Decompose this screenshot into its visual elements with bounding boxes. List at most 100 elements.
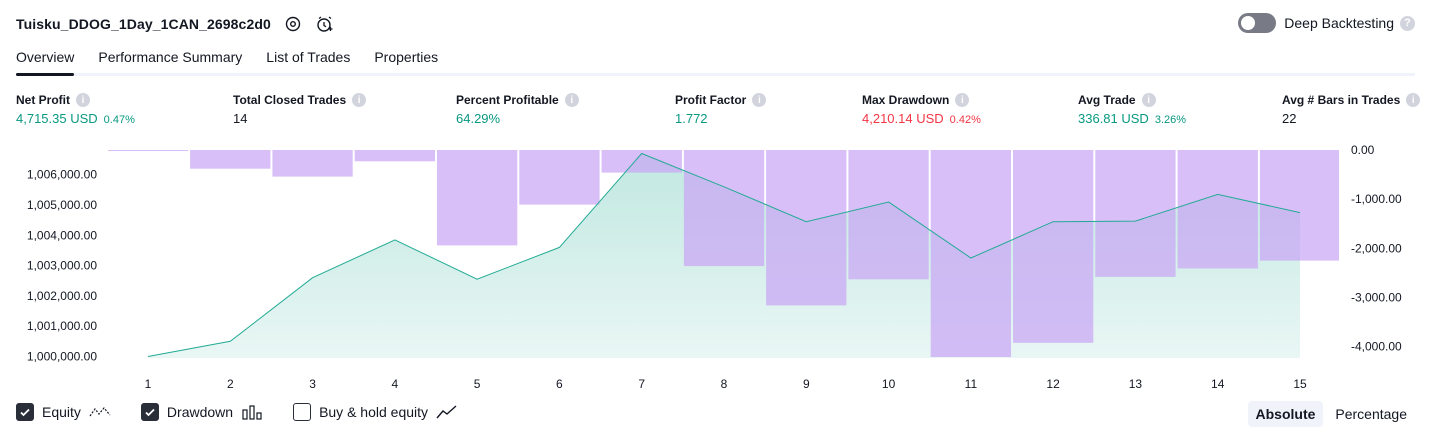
drawdown-bars-icon <box>242 405 262 420</box>
tab-list-of-trades[interactable]: List of Trades <box>266 44 350 73</box>
x-axis-tick: 11 <box>965 377 978 391</box>
legend-equity[interactable]: Equity <box>16 403 111 421</box>
y-axis-left-tick: 1,004,000.00 <box>27 228 97 242</box>
legend-label: Equity <box>42 404 81 420</box>
metric-label: Max Drawdown <box>862 93 950 107</box>
y-axis-right-tick: -2,000.00 <box>1351 241 1402 255</box>
x-axis-tick: 9 <box>803 377 810 391</box>
tab-performance-summary[interactable]: Performance Summary <box>98 44 242 73</box>
metric-label: Percent Profitable <box>456 93 559 107</box>
metric-label: Avg Trade <box>1078 93 1136 107</box>
help-icon[interactable]: ? <box>1400 15 1415 31</box>
deep-backtesting-toggle[interactable] <box>1238 13 1277 33</box>
metric-total-closed-trades: Total Closed Trades i 14 <box>233 93 367 126</box>
info-icon[interactable]: i <box>564 93 579 107</box>
info-icon[interactable]: i <box>1406 93 1421 107</box>
y-axis-left-tick: 1,000,000.00 <box>27 350 97 364</box>
drawdown-bar[interactable] <box>1013 150 1094 343</box>
x-axis-tick: 6 <box>556 377 563 391</box>
metric-percent-profitable: Percent Profitable i 64.29% <box>456 93 579 126</box>
header: Tuisku_DDOG_1Day_1CAN_2698c2d0 <box>16 12 335 36</box>
tab-bar: Overview Performance Summary List of Tra… <box>16 44 1415 76</box>
y-axis-left-tick: 1,003,000.00 <box>27 259 97 273</box>
drawdown-bar[interactable] <box>930 150 1011 357</box>
metric-label: Net Profit <box>16 93 70 107</box>
metrics-row: Net Profit i 4,715.35 USD 0.47% Total Clos… <box>0 93 1431 133</box>
metric-value: 64.29% <box>456 111 501 126</box>
equity-drawdown-chart[interactable]: 1,000,000.00 1,001,000.00 1,002,000.00 1,00… <box>0 140 1431 395</box>
buy-hold-line-icon <box>436 405 457 419</box>
drawdown-bar[interactable] <box>354 150 435 162</box>
y-axis-left-tick: 1,005,000.00 <box>27 198 97 212</box>
metric-avg-trade: Avg Trade i 336.81 USD 3.26% <box>1078 93 1186 126</box>
legend-label: Drawdown <box>166 404 234 420</box>
metric-percent: 3.26% <box>1154 114 1187 126</box>
deep-backtesting: Deep Backtesting ? <box>1238 13 1415 33</box>
settings-icon[interactable] <box>283 14 303 34</box>
drawdown-bar[interactable] <box>1177 150 1258 269</box>
x-axis-tick: 13 <box>1129 377 1143 391</box>
x-axis-tick: 10 <box>882 377 896 391</box>
buy-hold-checkbox[interactable] <box>293 403 312 421</box>
info-icon[interactable]: i <box>1141 93 1156 107</box>
x-axis-tick: 12 <box>1046 377 1060 391</box>
y-axis-right-tick: -1,000.00 <box>1351 192 1402 206</box>
chart-legend: Equity Drawdown Buy & hold equity <box>16 403 488 421</box>
x-axis-tick: 1 <box>145 377 152 391</box>
drawdown-bar[interactable] <box>1259 150 1339 261</box>
drawdown-bar[interactable] <box>108 150 189 151</box>
metric-value: 14 <box>233 111 248 126</box>
drawdown-bar[interactable] <box>1095 150 1176 277</box>
metric-profit-factor: Profit Factor i 1.772 <box>675 93 767 126</box>
metric-net-profit: Net Profit i 4,715.35 USD 0.47% <box>16 93 135 126</box>
drawdown-bar[interactable] <box>272 150 353 177</box>
equity-checkbox[interactable] <box>16 403 34 421</box>
info-icon[interactable]: i <box>76 93 90 107</box>
metric-label: Profit Factor <box>675 93 747 107</box>
deep-backtesting-label: Deep Backtesting <box>1284 15 1394 31</box>
x-axis-tick: 8 <box>721 377 728 391</box>
metric-label: Avg # Bars in Trades <box>1282 93 1401 107</box>
toggle-knob <box>1241 16 1256 30</box>
y-axis-left-tick: 1,002,000.00 <box>27 289 97 303</box>
y-axis-left-tick: 1,006,000.00 <box>27 168 97 182</box>
legend-drawdown[interactable]: Drawdown <box>140 403 263 421</box>
legend-buy-hold-equity[interactable]: Buy & hold equity <box>293 403 458 421</box>
legend-label: Buy & hold equity <box>319 404 429 420</box>
x-axis-tick: 2 <box>227 377 234 391</box>
info-icon[interactable]: i <box>955 93 970 107</box>
metric-value: 4,715.35 USD <box>16 111 98 126</box>
y-axis-right-tick: 0.00 <box>1351 143 1375 157</box>
metric-value: 4,210.14 USD <box>862 111 944 126</box>
tab-overview[interactable]: Overview <box>16 44 75 76</box>
metric-value: 336.81 USD <box>1078 111 1149 126</box>
drawdown-bar[interactable] <box>437 150 518 246</box>
drawdown-bar[interactable] <box>766 150 847 306</box>
tab-properties[interactable]: Properties <box>374 44 438 73</box>
info-icon[interactable]: i <box>352 93 367 107</box>
metric-percent: 0.42% <box>949 114 981 126</box>
absolute-button[interactable]: Absolute <box>1247 401 1324 427</box>
x-axis-tick: 5 <box>474 377 481 391</box>
metric-label: Total Closed Trades <box>233 93 347 107</box>
metric-value: 22 <box>1282 111 1297 126</box>
x-axis-tick: 4 <box>392 377 399 391</box>
y-axis-right-tick: -4,000.00 <box>1351 340 1402 354</box>
alert-clock-add-icon[interactable] <box>315 14 335 34</box>
drawdown-bar[interactable] <box>519 150 600 205</box>
percentage-button[interactable]: Percentage <box>1327 401 1415 427</box>
drawdown-bar[interactable] <box>190 150 271 169</box>
metric-max-drawdown: Max Drawdown i 4,210.14 USD 0.42% <box>862 93 981 126</box>
metric-value: 1.772 <box>675 111 708 126</box>
x-axis-tick: 15 <box>1293 377 1307 391</box>
drawdown-checkbox[interactable] <box>140 403 159 421</box>
x-axis-tick: 3 <box>309 377 316 391</box>
scale-switch: Absolute Percentage <box>1244 401 1416 427</box>
drawdown-bar[interactable] <box>848 150 929 280</box>
metric-percent: 0.47% <box>103 114 135 126</box>
info-icon[interactable]: i <box>752 93 767 107</box>
y-axis-right-tick: -3,000.00 <box>1351 291 1402 305</box>
x-axis-tick: 7 <box>638 377 645 391</box>
equity-line-icon <box>89 407 111 417</box>
drawdown-bar[interactable] <box>683 150 765 267</box>
